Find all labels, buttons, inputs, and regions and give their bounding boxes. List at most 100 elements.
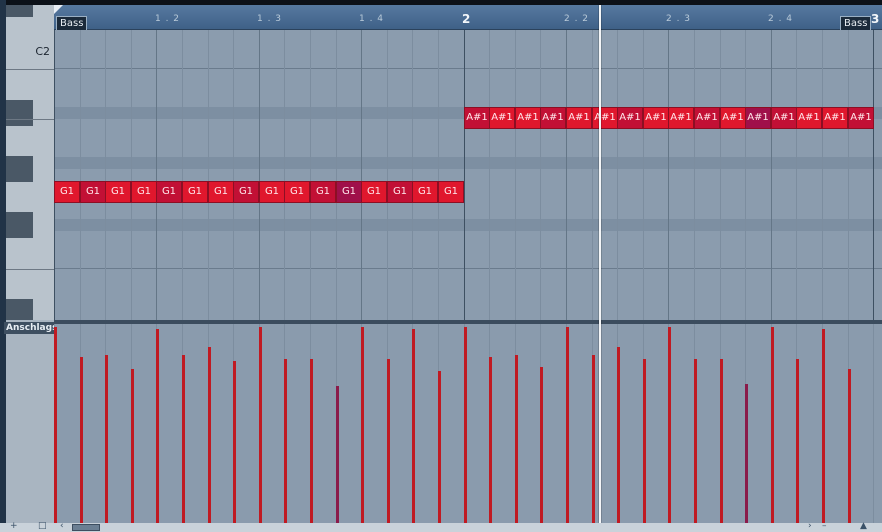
velocity-bar[interactable] [412,329,415,525]
grid-line [464,30,465,320]
note-a-sharp-1[interactable]: A#1 [643,107,669,129]
velocity-bar[interactable] [259,327,262,525]
zoom-slider-icon[interactable]: ▲ [860,522,867,531]
part-label-start[interactable]: Bass [56,16,88,31]
scroll-right-icon[interactable]: › [808,522,812,531]
velocity-bar[interactable] [131,369,134,525]
velocity-bar[interactable] [438,371,441,525]
scroll-left-icon[interactable]: ‹ [60,522,64,531]
black-key[interactable] [6,299,33,320]
velocity-bar[interactable] [668,327,671,525]
velocity-lane[interactable] [54,320,882,525]
note-a-sharp-1[interactable]: A#1 [489,107,515,129]
note-a-sharp-1[interactable]: A#1 [745,107,771,129]
horizontal-scroll-thumb[interactable] [72,524,100,531]
note-g1[interactable]: G1 [259,181,285,203]
note-a-sharp-1[interactable]: A#1 [566,107,592,129]
grid-octave-line [54,268,882,269]
note-g1[interactable]: G1 [284,181,310,203]
grid-octave-line [54,68,882,69]
note-a-sharp-1[interactable]: A#1 [822,107,848,129]
note-a-sharp-1[interactable]: A#1 [464,107,490,129]
note-g1[interactable]: G1 [80,181,106,203]
velocity-bar[interactable] [336,386,339,525]
velocity-bar[interactable] [54,327,57,525]
ruler-mark: 2 . 4 [768,14,794,24]
piano-keyboard[interactable]: C2 [6,5,55,320]
note-g1[interactable]: G1 [105,181,131,203]
note-grid[interactable]: G1 G1 G1 G1 G1 G1 G1 G1 G1 G1 G1 G1 G1 G1 G1 G1 A#1 A#1 A#… [54,30,882,320]
zoom-minus-icon[interactable]: – [822,522,827,531]
black-key[interactable] [6,156,33,182]
note-a-sharp-1[interactable]: A#1 [771,107,797,129]
note-g1[interactable]: G1 [156,181,182,203]
velocity-bar[interactable] [489,357,492,525]
velocity-bar[interactable] [771,327,774,525]
note-a-sharp-1[interactable]: A#1 [617,107,643,129]
grid-line [848,30,849,320]
velocity-bar[interactable] [566,327,569,525]
velocity-bar[interactable] [464,327,467,525]
velocity-bar[interactable] [233,361,236,525]
note-g1[interactable]: G1 [361,181,387,203]
grid-line [566,30,567,320]
velocity-bar[interactable] [822,329,825,525]
playback-cursor[interactable] [599,5,601,523]
velocity-bar[interactable] [745,384,748,525]
black-key[interactable] [6,5,33,17]
velocity-bar[interactable] [361,327,364,525]
note-a-sharp-1[interactable]: A#1 [515,107,541,129]
key-separator [6,69,54,70]
velocity-bar[interactable] [515,355,518,525]
note-g1[interactable]: G1 [233,181,259,203]
note-g1[interactable]: G1 [182,181,208,203]
velocity-bar[interactable] [848,369,851,525]
velocity-bar[interactable] [592,355,595,525]
velocity-bar[interactable] [643,359,646,525]
velocity-bar[interactable] [720,359,723,525]
note-g1[interactable]: G1 [310,181,336,203]
grid-line [489,30,490,320]
velocity-lane-divider[interactable] [54,320,882,324]
grid-line [336,30,337,320]
note-a-sharp-1[interactable]: A#1 [796,107,822,129]
velocity-bar[interactable] [80,357,83,525]
velocity-bar[interactable] [105,355,108,525]
note-g1[interactable]: G1 [54,181,80,203]
note-g1[interactable]: G1 [336,181,362,203]
velocity-bar[interactable] [182,355,185,525]
note-a-sharp-1[interactable]: A#1 [848,107,874,129]
page-icon[interactable]: □ [38,522,47,531]
velocity-bar[interactable] [310,359,313,525]
velocity-lane-title[interactable]: Anschlags [4,322,60,334]
note-g1[interactable]: G1 [208,181,234,203]
grid-row-black-key [54,157,882,169]
velocity-bar[interactable] [387,359,390,525]
grid-line [720,30,721,320]
note-g1[interactable]: G1 [412,181,438,203]
note-a-sharp-1[interactable]: A#1 [540,107,566,129]
note-g1[interactable]: G1 [387,181,413,203]
ruler-mark: 1 . 2 [155,14,181,24]
velocity-bar[interactable] [540,367,543,525]
grid-line [540,30,541,320]
velocity-bar[interactable] [694,359,697,525]
grid-line [515,30,516,320]
velocity-bar[interactable] [156,329,159,525]
velocity-bar[interactable] [796,359,799,525]
note-a-sharp-1[interactable]: A#1 [720,107,746,129]
plus-icon[interactable]: + [10,522,18,531]
note-a-sharp-1[interactable]: A#1 [668,107,694,129]
note-a-sharp-1[interactable]: A#1 [592,107,618,129]
velocity-bar[interactable] [617,347,620,525]
velocity-bar[interactable] [208,347,211,525]
black-key[interactable] [6,100,33,126]
note-g1[interactable]: G1 [438,181,464,203]
velocity-bar[interactable] [284,359,287,525]
note-a-sharp-1[interactable]: A#1 [694,107,720,129]
timeline-ruler[interactable]: 1 . 2 1 . 3 1 . 4 2 2 . 2 2 . 3 2 . 4 3 … [54,5,882,31]
black-key[interactable] [6,212,33,238]
part-label-end[interactable]: Bass [840,16,872,31]
note-g1[interactable]: G1 [131,181,157,203]
grid-row-black-key [54,219,882,231]
